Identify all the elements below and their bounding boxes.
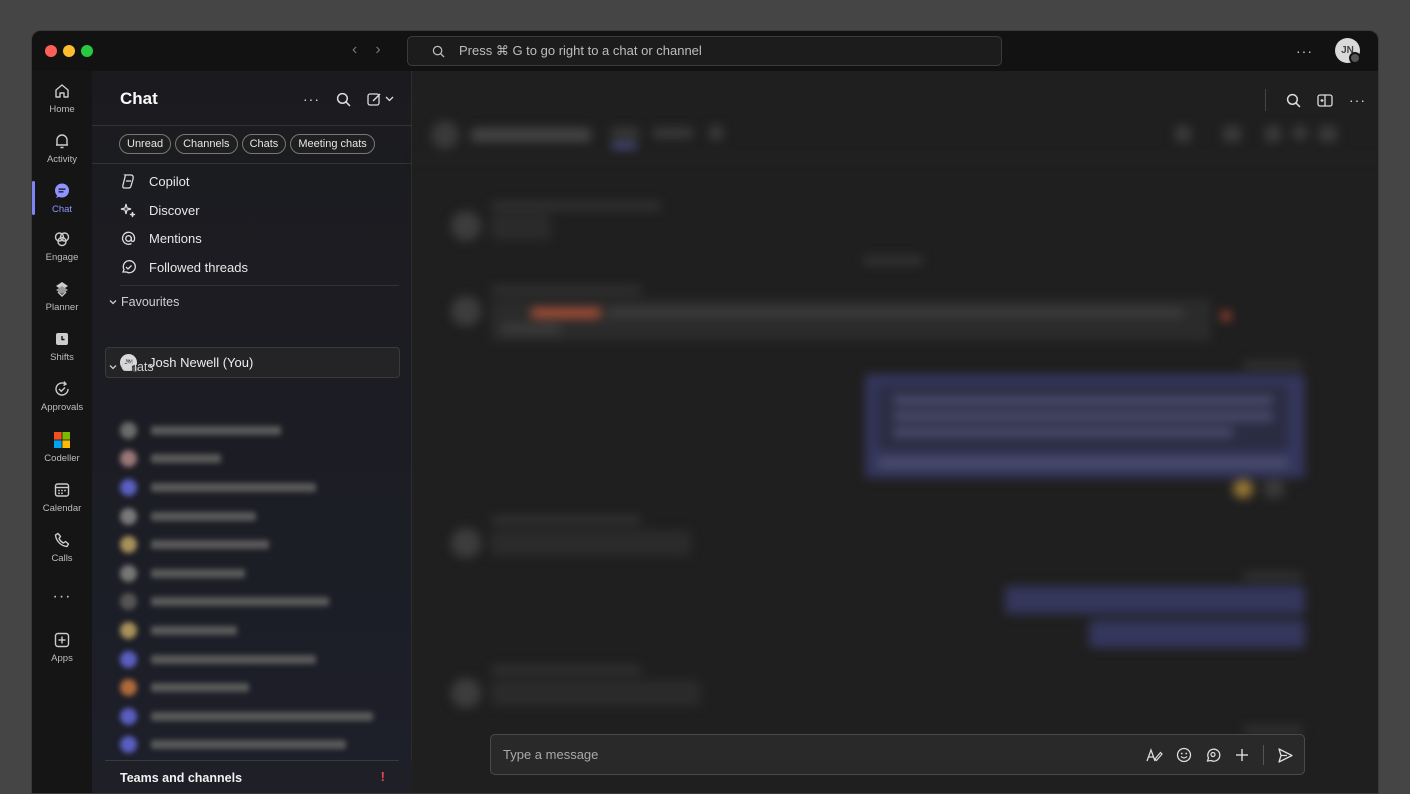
global-search-bar[interactable]: Press ⌘ G to go right to a chat or chann… bbox=[407, 36, 1002, 66]
calendar-icon bbox=[54, 482, 70, 497]
app-rail: Home Activity Chat Engage Planner Shifts… bbox=[32, 71, 92, 793]
chat-icon bbox=[55, 183, 69, 198]
rail-chat[interactable]: Chat bbox=[32, 173, 92, 223]
rail-more[interactable]: ··· bbox=[32, 572, 92, 622]
more-options-icon[interactable]: ··· bbox=[1349, 92, 1366, 108]
filter-pills: Unread Channels Chats Meeting chats bbox=[119, 134, 375, 154]
planner-icon bbox=[56, 281, 68, 297]
chevron-down-icon bbox=[109, 300, 117, 305]
list-item[interactable] bbox=[120, 530, 390, 559]
list-item[interactable] bbox=[120, 416, 390, 445]
send-icon[interactable] bbox=[1277, 747, 1294, 764]
rail-approvals[interactable]: Approvals bbox=[32, 371, 92, 421]
list-item[interactable] bbox=[120, 445, 390, 474]
chat-list-panel: Chat ··· Unread Channels Chats Meeting c… bbox=[92, 71, 412, 793]
header-divider bbox=[92, 125, 412, 126]
panel-actions: ··· bbox=[303, 91, 395, 107]
search-placeholder: Press ⌘ G to go right to a chat or chann… bbox=[459, 43, 702, 58]
teams-and-channels-section[interactable]: Teams and channels ! bbox=[92, 761, 412, 793]
window-controls bbox=[45, 45, 93, 57]
more-icon: ··· bbox=[52, 588, 72, 605]
blurred-conversation bbox=[413, 116, 1378, 736]
filter-channels[interactable]: Channels bbox=[175, 134, 238, 154]
compose-icon[interactable] bbox=[367, 92, 395, 107]
history-nav: ‹ › bbox=[352, 41, 381, 59]
rail-home[interactable]: Home bbox=[32, 73, 92, 123]
rail-apps[interactable]: Apps bbox=[32, 622, 92, 672]
message-composer[interactable]: Type a message bbox=[490, 734, 1305, 775]
search-icon[interactable] bbox=[1286, 93, 1301, 108]
maximize-window-button[interactable] bbox=[81, 45, 93, 57]
rail-planner[interactable]: Planner bbox=[32, 271, 92, 321]
rail-codeller[interactable]: Codeller bbox=[32, 422, 92, 472]
chats-header[interactable]: Chats bbox=[108, 360, 154, 374]
conversation-pane: ··· Type a message bbox=[413, 71, 1378, 793]
composer-actions bbox=[1145, 745, 1294, 765]
toolbar-divider bbox=[1265, 89, 1266, 111]
list-item[interactable] bbox=[120, 702, 390, 731]
list-item[interactable] bbox=[120, 673, 390, 702]
menu-followed-threads[interactable]: Followed threads bbox=[120, 259, 248, 276]
at-icon bbox=[121, 231, 136, 245]
composer-divider bbox=[1263, 745, 1264, 765]
chevron-down-icon bbox=[109, 365, 117, 370]
close-window-button[interactable] bbox=[45, 45, 57, 57]
plus-icon[interactable] bbox=[1234, 747, 1250, 763]
list-item[interactable] bbox=[120, 502, 390, 531]
back-arrow-icon[interactable]: ‹ bbox=[352, 41, 357, 59]
sparkle-icon bbox=[120, 203, 136, 218]
list-item[interactable] bbox=[120, 559, 390, 588]
loop-icon[interactable] bbox=[1205, 747, 1221, 763]
more-options-icon[interactable]: ··· bbox=[1296, 43, 1313, 59]
teams-window: ‹ › Press ⌘ G to go right to a chat or c… bbox=[31, 30, 1379, 794]
filter-meeting-chats[interactable]: Meeting chats bbox=[290, 134, 375, 154]
rail-engage[interactable]: Engage bbox=[32, 221, 92, 271]
rail-shifts[interactable]: Shifts bbox=[32, 321, 92, 371]
conversation-toolbar: ··· bbox=[1265, 89, 1366, 111]
title-bar: ‹ › Press ⌘ G to go right to a chat or c… bbox=[32, 31, 1378, 71]
filter-chats[interactable]: Chats bbox=[241, 134, 287, 154]
menu-discover[interactable]: Discover bbox=[120, 202, 200, 219]
bell-icon bbox=[56, 133, 68, 148]
chat-list-blurred bbox=[120, 416, 390, 788]
home-icon bbox=[55, 83, 69, 98]
followed-threads-icon bbox=[122, 260, 136, 274]
filter-divider bbox=[92, 163, 412, 164]
rail-activity[interactable]: Activity bbox=[32, 123, 92, 173]
shifts-icon bbox=[56, 332, 68, 345]
more-options-icon[interactable]: ··· bbox=[303, 91, 320, 107]
list-item[interactable] bbox=[120, 731, 390, 760]
alert-icon: ! bbox=[380, 769, 385, 784]
forward-arrow-icon[interactable]: › bbox=[375, 41, 380, 59]
copilot-icon bbox=[122, 174, 134, 189]
menu-copilot[interactable]: Copilot bbox=[120, 173, 189, 190]
composer-placeholder: Type a message bbox=[503, 747, 599, 762]
rail-calls[interactable]: Calls bbox=[32, 522, 92, 572]
panel-title: Chat bbox=[120, 89, 158, 108]
minimize-window-button[interactable] bbox=[63, 45, 75, 57]
favourites-header[interactable]: Favourites bbox=[108, 295, 179, 309]
search-icon[interactable] bbox=[336, 92, 351, 107]
list-item[interactable] bbox=[120, 645, 390, 674]
list-item[interactable] bbox=[120, 588, 390, 617]
rail-calendar[interactable]: Calendar bbox=[32, 472, 92, 522]
menu-divider bbox=[120, 285, 399, 286]
list-item[interactable] bbox=[120, 473, 390, 502]
search-icon bbox=[432, 45, 445, 58]
codeller-icon bbox=[54, 431, 70, 448]
filter-unread[interactable]: Unread bbox=[119, 134, 172, 154]
list-item[interactable] bbox=[120, 616, 390, 645]
apps-icon bbox=[54, 632, 70, 647]
user-avatar[interactable]: JN bbox=[1335, 38, 1361, 64]
menu-mentions[interactable]: Mentions bbox=[120, 230, 202, 247]
pop-out-icon[interactable] bbox=[1317, 93, 1333, 108]
format-icon[interactable] bbox=[1145, 746, 1163, 764]
approvals-icon bbox=[55, 380, 69, 396]
emoji-icon[interactable] bbox=[1176, 747, 1192, 763]
phone-icon bbox=[54, 532, 70, 547]
engage-icon bbox=[54, 231, 70, 246]
titlebar-right: ··· JN bbox=[1296, 38, 1361, 64]
